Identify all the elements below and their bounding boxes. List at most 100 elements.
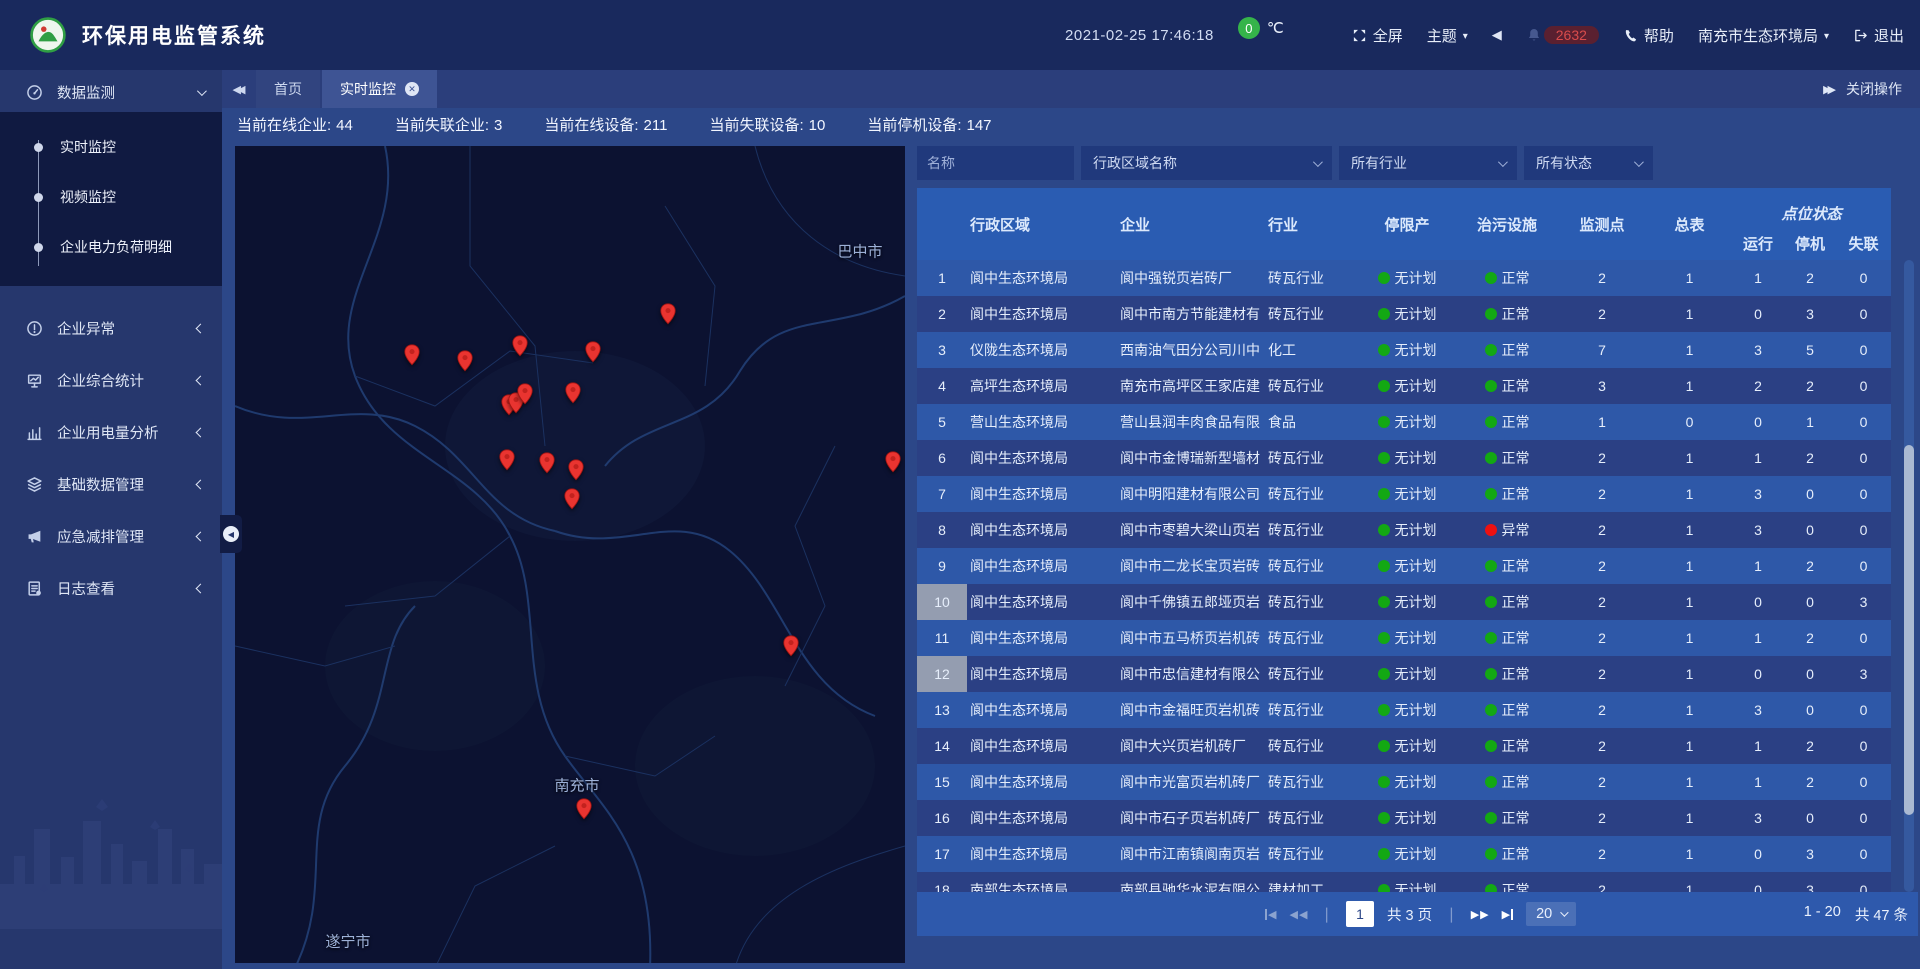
chevron-left-icon	[196, 583, 206, 593]
table-row[interactable]: 12 阆中生态环境局 阆中市忠信建材有限公 砖瓦行业 无计划 正常 2 1 0 …	[917, 656, 1891, 692]
map-pin[interactable]	[568, 459, 585, 481]
region-filter-select[interactable]: 行政区域名称	[1081, 146, 1332, 180]
row-meters-count: 1	[1647, 836, 1732, 872]
theme-dropdown[interactable]: 主题▾	[1427, 25, 1468, 46]
page-size-select[interactable]: 20	[1526, 902, 1576, 926]
sidebar-item-enterprise-statistics[interactable]: 企业综合统计	[0, 354, 222, 406]
sidebar-item-emergency-reduction[interactable]: 应急减排管理	[0, 510, 222, 562]
first-page-button[interactable]: ◀	[1265, 908, 1276, 921]
sidebar-item-data-monitoring[interactable]: 数据监测	[0, 72, 222, 112]
table-row[interactable]: 9 阆中生态环境局 阆中市二龙长宝页岩砖 砖瓦行业 无计划 正常 2 1 1 2…	[917, 548, 1891, 584]
table-row[interactable]: 8 阆中生态环境局 阆中市枣碧大梁山页岩 砖瓦行业 无计划 异常 2 1 3 0…	[917, 512, 1891, 548]
table-row[interactable]: 13 阆中生态环境局 阆中市金福旺页岩机砖 砖瓦行业 无计划 正常 2 1 3 …	[917, 692, 1891, 728]
table-row[interactable]: 4 高坪生态环境局 南充市高坪区王家店建 砖瓦行业 无计划 正常 3 1 2 2…	[917, 368, 1891, 404]
table-row[interactable]: 16 阆中生态环境局 阆中市石子页岩机砖厂 砖瓦行业 无计划 正常 2 1 3 …	[917, 800, 1891, 836]
industry-filter-select[interactable]: 所有行业	[1339, 146, 1517, 180]
table-row[interactable]: 11 阆中生态环境局 阆中市五马桥页岩机砖 砖瓦行业 无计划 正常 2 1 1 …	[917, 620, 1891, 656]
map-pin[interactable]	[783, 635, 800, 657]
row-index: 15	[917, 764, 967, 800]
row-company: 阆中市枣碧大梁山页岩	[1117, 512, 1265, 548]
row-run-count: 1	[1732, 764, 1784, 800]
map-pin[interactable]	[564, 488, 581, 510]
table-row[interactable]: 7 阆中生态环境局 阆中明阳建材有限公司 砖瓦行业 无计划 正常 2 1 3 0…	[917, 476, 1891, 512]
table-row[interactable]: 5 营山生态环境局 营山县润丰肉食品有限 食品 无计划 正常 1 0 0 1 0	[917, 404, 1891, 440]
table-row[interactable]: 6 阆中生态环境局 阆中市金博瑞新型墙材 砖瓦行业 无计划 正常 2 1 1 2…	[917, 440, 1891, 476]
mute-speaker-icon[interactable]: ◀	[1492, 27, 1502, 43]
table-row[interactable]: 10 阆中生态环境局 阆中千佛镇五郎垭页岩 砖瓦行业 无计划 正常 2 1 0 …	[917, 584, 1891, 620]
last-page-button[interactable]: ▶	[1502, 908, 1513, 921]
chevron-left-icon	[196, 323, 206, 333]
limit-status-dot	[1378, 776, 1390, 788]
map-pin[interactable]	[512, 335, 529, 357]
fullscreen-button[interactable]: 全屏	[1352, 25, 1403, 46]
name-filter-input[interactable]	[917, 146, 1074, 180]
map-pin[interactable]	[660, 303, 677, 325]
table-row[interactable]: 15 阆中生态环境局 阆中市光富页岩机砖厂 砖瓦行业 无计划 正常 2 1 1 …	[917, 764, 1891, 800]
row-region: 南部生态环境局	[967, 872, 1117, 892]
map-pin[interactable]	[885, 451, 902, 473]
scrollbar-thumb[interactable]	[1904, 445, 1914, 815]
tab-home[interactable]: 首页	[256, 70, 320, 108]
row-limit-status: 无计划	[1357, 800, 1457, 836]
row-points-count: 2	[1557, 656, 1647, 692]
map-pin[interactable]	[539, 452, 556, 474]
map-pin[interactable]	[565, 382, 582, 404]
map-pin[interactable]	[499, 449, 516, 471]
table-row[interactable]: 3 仪陇生态环境局 西南油气田分公司川中 化工 无计划 正常 7 1 3 5 0	[917, 332, 1891, 368]
tabs-scroll-left-button[interactable]: ◀◀	[222, 70, 256, 108]
map-pin[interactable]	[404, 344, 421, 366]
row-meters-count: 1	[1647, 656, 1732, 692]
notifications-button[interactable]: 2632	[1526, 26, 1599, 44]
limit-status-dot	[1378, 668, 1390, 680]
table-row[interactable]: 17 阆中生态环境局 阆中市江南镇阆南页岩 砖瓦行业 无计划 正常 2 1 0 …	[917, 836, 1891, 872]
sidebar-item-realtime-monitor[interactable]: 实时监控	[0, 122, 222, 172]
row-limit-status: 无计划	[1357, 404, 1457, 440]
row-stop-count: 3	[1784, 836, 1836, 872]
pagination-range: 1 - 20 共 47 条	[1804, 904, 1908, 925]
row-run-count: 0	[1732, 872, 1784, 892]
sidebar-collapse-handle[interactable]: ◀	[220, 515, 242, 553]
row-stop-count: 3	[1784, 872, 1836, 892]
next-page-button[interactable]: ▶▶	[1471, 908, 1489, 921]
row-points-count: 3	[1557, 368, 1647, 404]
sidebar-item-base-data[interactable]: 基础数据管理	[0, 458, 222, 510]
table-body: 1 阆中生态环境局 阆中强锐页岩砖厂 砖瓦行业 无计划 正常 2 1 1 2 0	[917, 260, 1891, 892]
logout-button[interactable]: 退出	[1853, 25, 1904, 46]
user-org-dropdown[interactable]: 南充市生态环境局▾	[1698, 25, 1829, 46]
row-index: 9	[917, 548, 967, 584]
limit-status-dot	[1378, 632, 1390, 644]
map-pin[interactable]	[457, 350, 474, 372]
sidebar-item-video-monitor[interactable]: 视频监控	[0, 172, 222, 222]
page-number-input[interactable]: 1	[1346, 901, 1374, 927]
close-operations-dropdown[interactable]: ▶▶ 关闭操作	[1823, 70, 1920, 108]
row-industry: 砖瓦行业	[1265, 548, 1357, 584]
chevron-down-icon	[1634, 157, 1644, 167]
row-points-count: 2	[1557, 296, 1647, 332]
map-pin[interactable]	[585, 341, 602, 363]
table-row[interactable]: 18 南部生态环境局 南部县驰华水泥有限公 建材加工 无计划 正常 2 1 0 …	[917, 872, 1891, 892]
device-status-dot	[1485, 704, 1497, 716]
limit-status-dot	[1378, 308, 1390, 320]
map-pin[interactable]	[576, 798, 593, 820]
close-tab-icon[interactable]: ✕	[405, 82, 419, 96]
sidebar-item-enterprise-abnormal[interactable]: 企业异常	[0, 302, 222, 354]
map-panel[interactable]: 巴中市 南充市 遂宁市	[235, 146, 905, 963]
table-row[interactable]: 1 阆中生态环境局 阆中强锐页岩砖厂 砖瓦行业 无计划 正常 2 1 1 2 0	[917, 260, 1891, 296]
sidebar-item-log-view[interactable]: 日志查看	[0, 562, 222, 614]
alert-circle-icon	[26, 320, 43, 337]
sidebar-item-power-load-detail[interactable]: 企业电力负荷明细	[0, 222, 222, 272]
sidebar-item-power-analysis[interactable]: 企业用电量分析	[0, 406, 222, 458]
prev-page-button[interactable]: ◀◀	[1289, 908, 1307, 921]
row-stop-count: 0	[1784, 584, 1836, 620]
row-stop-count: 1	[1784, 404, 1836, 440]
help-button[interactable]: 帮助	[1623, 25, 1674, 46]
status-filter-select[interactable]: 所有状态	[1524, 146, 1653, 180]
map-pin[interactable]	[517, 383, 534, 405]
limit-status-dot	[1378, 452, 1390, 464]
limit-status-dot	[1378, 740, 1390, 752]
table-row[interactable]: 14 阆中生态环境局 阆中大兴页岩机砖厂 砖瓦行业 无计划 正常 2 1 1 2…	[917, 728, 1891, 764]
tab-realtime-monitor[interactable]: 实时监控 ✕	[322, 70, 437, 108]
row-points-count: 2	[1557, 440, 1647, 476]
table-row[interactable]: 2 阆中生态环境局 阆中市南方节能建材有 砖瓦行业 无计划 正常 2 1 0 3…	[917, 296, 1891, 332]
row-company: 南充市高坪区王家店建	[1117, 368, 1265, 404]
